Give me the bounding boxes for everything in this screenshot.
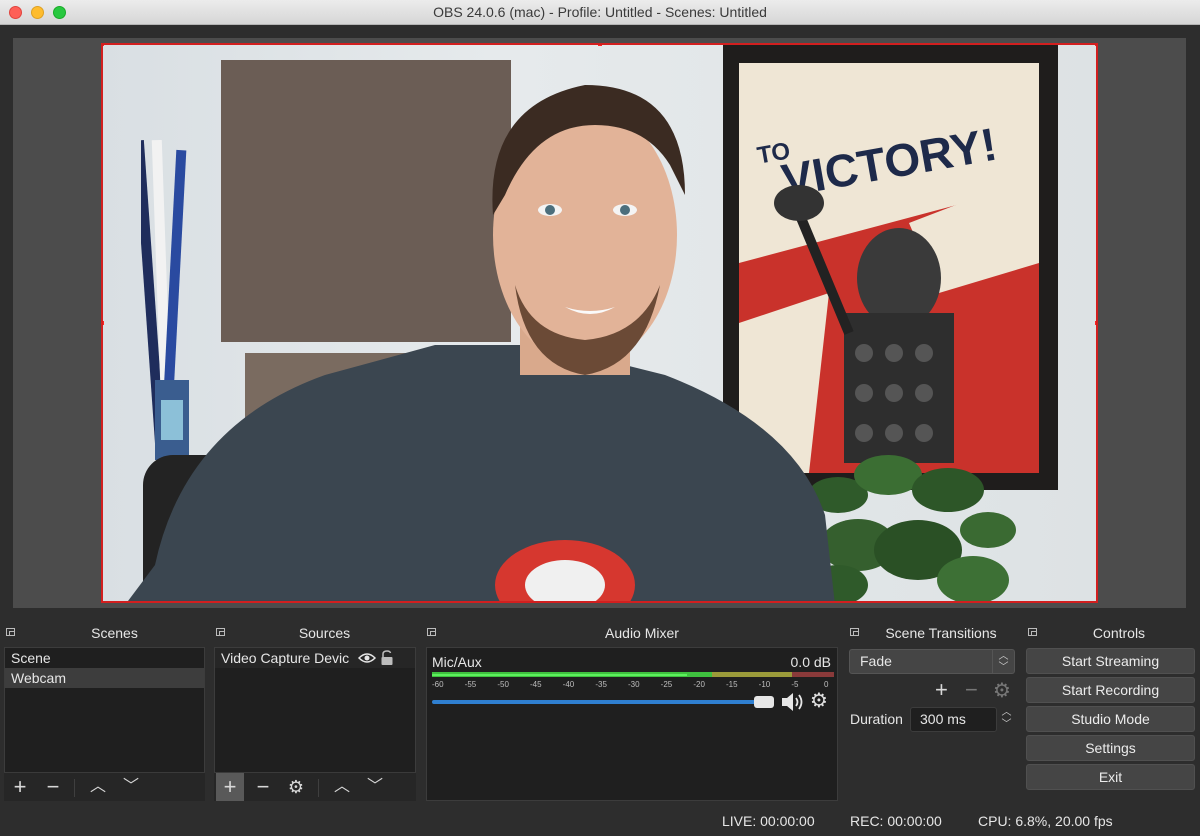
volume-slider[interactable] (432, 700, 768, 704)
source-item-label: Video Capture Devic (221, 650, 350, 666)
meter-scale-label: -10 (758, 680, 771, 689)
move-scene-up-button[interactable]: ︿ (84, 773, 112, 801)
duration-label: Duration (850, 711, 903, 727)
duration-input[interactable]: 300 ms (910, 707, 997, 732)
move-scene-down-button[interactable]: ﹀ (117, 773, 145, 801)
move-source-down-button[interactable]: ﹀ (361, 773, 389, 801)
scenes-dock-title: Scenes (91, 625, 138, 641)
meter-scale-label: -25 (660, 680, 673, 689)
studio-mode-button[interactable]: Studio Mode (1026, 706, 1195, 732)
settings-button[interactable]: Settings (1026, 735, 1195, 761)
meter-scale-label: -5 (791, 680, 799, 689)
remove-scene-button[interactable]: − (39, 773, 67, 801)
scene-transitions-dock-title: Scene Transitions (885, 625, 997, 641)
exit-button[interactable]: Exit (1026, 764, 1195, 790)
resize-handle[interactable] (103, 321, 104, 325)
transition-select[interactable]: Fade ︿ ﹀ (849, 649, 1015, 674)
volume-slider-handle[interactable] (754, 696, 774, 708)
move-source-up-button[interactable]: ︿ (328, 773, 356, 801)
meter-scale-label: -40 (562, 680, 575, 689)
duration-stepper[interactable]: ︿ ﹀ (998, 707, 1015, 732)
add-scene-button[interactable]: + (6, 773, 34, 801)
start-recording-button[interactable]: Start Recording (1026, 677, 1195, 703)
resize-handle[interactable] (103, 45, 104, 46)
mixer-settings-gear-icon[interactable]: ⚙ (810, 688, 828, 713)
scene-item[interactable]: Scene (5, 648, 204, 668)
mixer-channel-name: Mic/Aux (432, 654, 482, 670)
scenes-list[interactable]: Scene Webcam (4, 647, 205, 773)
person-on-webcam (128, 85, 835, 601)
resize-handle[interactable] (1095, 45, 1096, 46)
resize-handle[interactable] (598, 45, 602, 46)
sources-list[interactable]: Video Capture Devic (214, 647, 416, 773)
meter-scale: -60 -55 -50 -45 -40 -35 -30 -25 -20 -15 -10 -5 0 (432, 680, 834, 692)
controls-dock-title: Controls (1092, 625, 1146, 641)
meter-scale-label: -60 (432, 680, 444, 689)
toolbar-separator (318, 779, 319, 797)
title-bar: OBS 24.0.6 (mac) - Profile: Untitled - S… (0, 0, 1200, 25)
eye-icon[interactable] (358, 652, 376, 664)
mixer-channel-level: 0.0 dB (790, 654, 831, 670)
unlock-icon[interactable] (380, 650, 394, 666)
meter-scale-label: -20 (693, 680, 705, 689)
scenes-toolbar: + − ︿ ﹀ (4, 772, 205, 801)
meter-scale-label: -50 (497, 680, 509, 689)
sources-dock-title: Sources (298, 625, 351, 641)
transition-properties-gear-icon[interactable]: ⚙ (993, 678, 1011, 703)
resize-handle[interactable] (1095, 321, 1096, 325)
window-title: OBS 24.0.6 (mac) - Profile: Untitled - S… (433, 4, 767, 20)
sources-toolbar: + − ⚙ ︿ ﹀ (214, 772, 416, 801)
meter-scale-label: -55 (464, 680, 477, 689)
webcam-source-preview[interactable]: VICTORY! TO (101, 43, 1098, 603)
speaker-icon[interactable] (780, 691, 806, 713)
live-status: LIVE: 00:00:00 (722, 813, 815, 829)
remove-source-button[interactable]: − (249, 773, 277, 801)
start-streaming-button[interactable]: Start Streaming (1026, 648, 1195, 674)
source-properties-gear-icon[interactable]: ⚙ (282, 773, 310, 801)
meter-scale-label: -45 (530, 680, 542, 689)
transition-select-value: Fade (860, 653, 892, 669)
audio-mixer-dock-title: Audio Mixer (605, 625, 679, 641)
meter-scale-label: -15 (726, 680, 738, 689)
scene-item-selected[interactable]: Webcam (5, 668, 204, 688)
meter-scale-label: -35 (595, 680, 607, 689)
cpu-status: CPU: 6.8%, 20.00 fps (978, 813, 1113, 829)
audio-mixer-panel: Mic/Aux 0.0 dB -60 -55 -50 -45 -40 -35 -30 -25 -… (426, 647, 838, 801)
source-item[interactable]: Video Capture Devic (215, 648, 415, 668)
updown-chevron-icon: ︿ ﹀ (992, 650, 1014, 673)
toolbar-separator (74, 779, 75, 797)
add-transition-button[interactable]: + (935, 677, 948, 703)
rec-status: REC: 00:00:00 (850, 813, 942, 829)
remove-transition-button[interactable]: − (965, 677, 978, 703)
meter-scale-label: -30 (628, 680, 640, 689)
add-source-button[interactable]: + (216, 773, 244, 801)
